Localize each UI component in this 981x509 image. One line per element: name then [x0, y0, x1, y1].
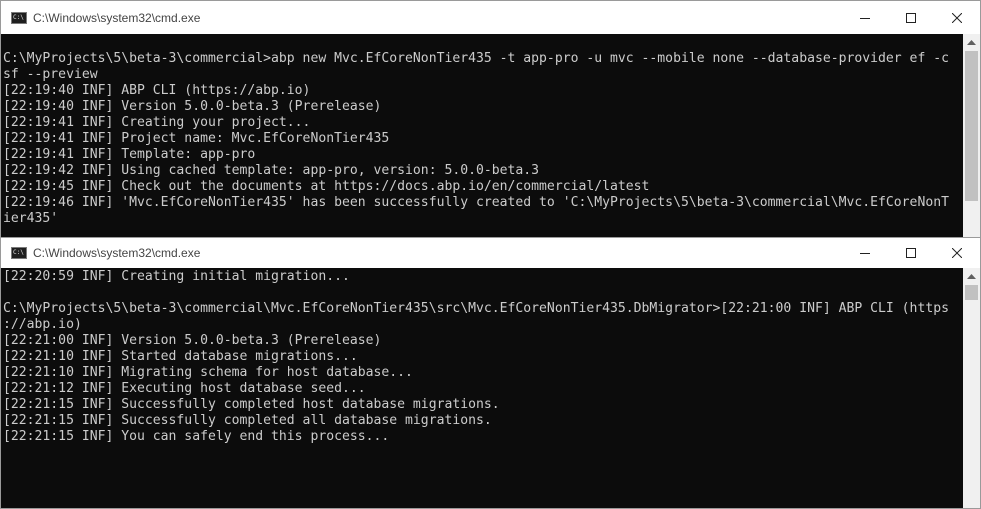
vertical-scrollbar[interactable]: [963, 34, 980, 239]
console-line: [22:19:41 INF] Creating your project...: [3, 115, 311, 130]
title-bar[interactable]: C:\ C:\Windows\system32\cmd.exe: [1, 238, 980, 268]
scrollbar-thumb[interactable]: [965, 285, 978, 300]
window-controls: [842, 1, 980, 34]
console-line: [22:21:15 INF] You can safely end this p…: [3, 429, 390, 444]
cmd-app-icon[interactable]: C:\: [11, 11, 27, 24]
cmd-app-icon[interactable]: C:\: [11, 247, 27, 259]
scroll-up-button[interactable]: [963, 268, 980, 285]
minimize-icon: [860, 253, 870, 254]
minimize-icon: [860, 17, 870, 19]
chevron-up-icon: [967, 273, 976, 279]
console-line: [22:19:41 INF] Template: app-pro: [3, 147, 256, 162]
cmd-window-top[interactable]: C:\ C:\Windows\system32\cmd.exe C:\MyPro…: [0, 0, 981, 240]
console-line: [22:21:15 INF] Successfully completed al…: [3, 413, 492, 428]
console-line: [22:21:10 INF] Migrating schema for host…: [3, 365, 413, 380]
close-icon: [952, 12, 962, 23]
close-icon: [952, 248, 962, 258]
vertical-scrollbar[interactable]: [963, 268, 980, 508]
window-controls: [842, 238, 980, 268]
close-button[interactable]: [934, 1, 980, 34]
chevron-up-icon: [967, 39, 976, 45]
maximize-button[interactable]: [888, 238, 934, 268]
console-line: [22:19:45 INF] Check out the documents a…: [3, 179, 650, 194]
console-line: [22:19:40 INF] ABP CLI (https://abp.io): [3, 83, 311, 98]
maximize-icon: [906, 12, 916, 23]
window-title: C:\Windows\system32\cmd.exe: [33, 246, 201, 260]
console-output[interactable]: [22:20:59 INF] Creating initial migratio…: [1, 269, 963, 508]
console-line: [22:21:10 INF] Started database migratio…: [3, 349, 358, 364]
minimize-button[interactable]: [842, 1, 888, 34]
console-output[interactable]: C:\MyProjects\5\beta-3\commercial>abp ne…: [1, 51, 963, 239]
console-line: C:\MyProjects\5\beta-3\commercial>abp ne…: [3, 51, 949, 66]
maximize-icon: [906, 248, 916, 258]
console-line: [22:19:41 INF] Project name: Mvc.EfCoreN…: [3, 131, 390, 146]
console-line: [22:21:00 INF] Version 5.0.0-beta.3 (Pre…: [3, 333, 382, 348]
console-line: [22:20:59 INF] Creating initial migratio…: [3, 269, 350, 284]
maximize-button[interactable]: [888, 1, 934, 34]
console-line: sf --preview: [3, 67, 98, 82]
console-line: [22:21:12 INF] Executing host database s…: [3, 381, 366, 396]
close-button[interactable]: [934, 238, 980, 268]
console-line: [22:21:15 INF] Successfully completed ho…: [3, 397, 500, 412]
title-bar[interactable]: C:\ C:\Windows\system32\cmd.exe: [1, 1, 980, 34]
scroll-up-button[interactable]: [963, 34, 980, 51]
console-line: [22:19:46 INF] 'Mvc.EfCoreNonTier435' ha…: [3, 195, 949, 210]
minimize-button[interactable]: [842, 238, 888, 268]
scrollbar-thumb[interactable]: [965, 51, 978, 201]
console-line: [22:19:40 INF] Version 5.0.0-beta.3 (Pre…: [3, 99, 382, 114]
console-line: ://abp.io): [3, 317, 82, 332]
console-line: C:\MyProjects\5\beta-3\commercial\Mvc.Ef…: [3, 301, 949, 316]
cmd-window-bottom[interactable]: C:\ C:\Windows\system32\cmd.exe [22:20:5…: [0, 237, 981, 509]
console-line: ier435': [3, 211, 59, 226]
console-line: [22:19:42 INF] Using cached template: ap…: [3, 163, 540, 178]
window-title: C:\Windows\system32\cmd.exe: [33, 10, 201, 25]
